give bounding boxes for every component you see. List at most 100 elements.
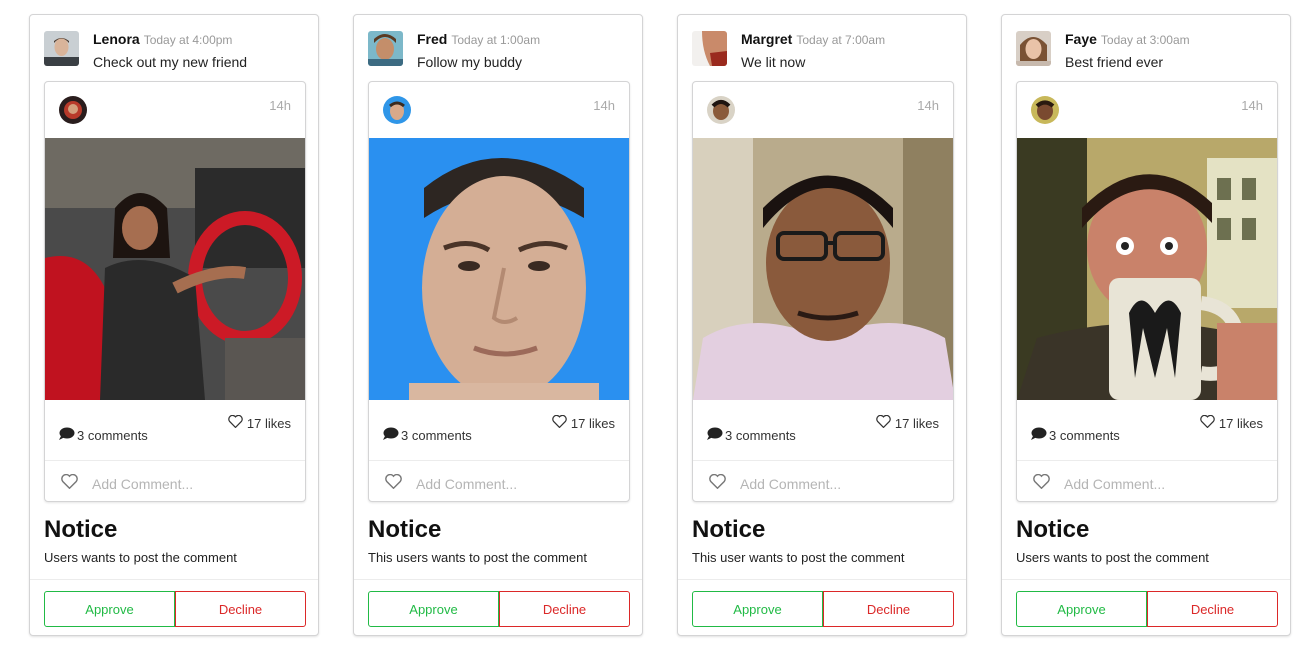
likes-label: 17 likes: [894, 415, 939, 431]
likes-count[interactable]: 17 likes: [552, 414, 615, 431]
feed-event: Faye Today at 3:00am Best friend ever: [1016, 31, 1280, 71]
decline-button[interactable]: Decline: [1147, 591, 1278, 627]
feed-message: We lit now: [741, 54, 806, 70]
post-image: [369, 138, 629, 400]
feed-date: Today at 1:00am: [451, 33, 541, 47]
add-comment-input[interactable]: [1064, 476, 1264, 492]
likes-count[interactable]: 17 likes: [876, 414, 939, 431]
heart-outline-icon[interactable]: [709, 473, 726, 494]
heart-outline-icon: [876, 414, 895, 431]
comment-icon: [383, 427, 401, 443]
comments-label: 3 comments: [401, 427, 472, 443]
moderation-card: Faye Today at 3:00am Best friend ever 14h: [1001, 14, 1291, 636]
feed-event: Fred Today at 1:00am Follow my buddy: [368, 31, 632, 71]
user-avatar[interactable]: [44, 31, 79, 66]
comments-count[interactable]: 3 comments: [1031, 427, 1120, 443]
comment-icon: [1031, 427, 1049, 443]
add-comment-input[interactable]: [740, 476, 940, 492]
heart-outline-icon: [1200, 414, 1219, 431]
decline-button[interactable]: Decline: [175, 591, 306, 627]
action-buttons: Approve Decline: [368, 591, 630, 627]
feed-user-name[interactable]: Fred: [417, 31, 447, 47]
approve-button[interactable]: Approve: [1016, 591, 1147, 627]
likes-label: 17 likes: [1218, 415, 1263, 431]
divider: [30, 579, 318, 580]
notice-text: This users wants to post the comment: [368, 550, 587, 565]
notice-title: Notice: [44, 516, 118, 543]
divider: [1002, 579, 1290, 580]
heart-outline-icon[interactable]: [1033, 473, 1050, 494]
comment-icon: [59, 427, 77, 443]
feed-date: Today at 3:00am: [1100, 33, 1190, 47]
post-card: 14h 3 comments 17 likes Add Comment...: [44, 81, 306, 502]
feed-user-name[interactable]: Margret: [741, 31, 792, 47]
divider: [693, 460, 953, 461]
action-buttons: Approve Decline: [1016, 591, 1278, 627]
post-time: 14h: [1241, 98, 1263, 113]
action-buttons: Approve Decline: [692, 591, 954, 627]
likes-count[interactable]: 17 likes: [228, 414, 291, 431]
add-comment-input[interactable]: [416, 476, 616, 492]
add-comment-row: [1033, 473, 1264, 494]
likes-label: 17 likes: [246, 415, 291, 431]
divider: [354, 579, 642, 580]
post-card: 14h 3 comments 17 likes Add Comment...: [368, 81, 630, 502]
comments-label: 3 comments: [77, 427, 148, 443]
notice-text: This user wants to post the comment: [692, 550, 905, 565]
comment-icon: [707, 427, 725, 443]
post-image: [1017, 138, 1277, 400]
approve-button[interactable]: Approve: [368, 591, 499, 627]
decline-button[interactable]: Decline: [823, 591, 954, 627]
divider: [678, 579, 966, 580]
user-avatar[interactable]: [692, 31, 727, 66]
comments-count[interactable]: 3 comments: [59, 427, 148, 443]
feed-message: Best friend ever: [1065, 54, 1164, 70]
divider: [45, 460, 305, 461]
feed-event: Lenora Today at 4:00pm Check out my new f…: [44, 31, 308, 71]
feed-user-name[interactable]: Lenora: [93, 31, 140, 47]
decline-button[interactable]: Decline: [499, 591, 630, 627]
notice-title: Notice: [692, 516, 766, 543]
user-avatar[interactable]: [368, 31, 403, 66]
moderation-card: Lenora Today at 4:00pm Check out my new f…: [29, 14, 319, 636]
post-author-avatar[interactable]: [383, 96, 411, 124]
comments-count[interactable]: 3 comments: [383, 427, 472, 443]
user-avatar[interactable]: [1016, 31, 1051, 66]
feed-message: Check out my new friend: [93, 54, 248, 70]
heart-outline-icon[interactable]: [385, 473, 402, 494]
notice-title: Notice: [1016, 516, 1090, 543]
post-time: 14h: [917, 98, 939, 113]
approve-button[interactable]: Approve: [44, 591, 175, 627]
comments-label: 3 comments: [1049, 427, 1120, 443]
feed-date: Today at 7:00am: [796, 33, 886, 47]
post-author-avatar[interactable]: [707, 96, 735, 124]
divider: [369, 460, 629, 461]
likes-label: 17 likes: [570, 415, 615, 431]
add-comment-row: [61, 473, 292, 494]
comments-count[interactable]: 3 comments: [707, 427, 796, 443]
add-comment-row: [709, 473, 940, 494]
feed-meta: Faye Today at 3:00am Best friend ever: [1065, 31, 1190, 70]
post-image: [693, 138, 953, 400]
action-buttons: Approve Decline: [44, 591, 306, 627]
post-image: [45, 138, 305, 400]
heart-outline-icon[interactable]: [61, 473, 78, 494]
approve-button[interactable]: Approve: [692, 591, 823, 627]
feed-date: Today at 4:00pm: [143, 33, 233, 47]
feed-user-name[interactable]: Faye: [1065, 31, 1097, 47]
post-author-avatar[interactable]: [59, 96, 87, 124]
moderation-card-list: Lenora Today at 4:00pm Check out my new f…: [0, 0, 1304, 669]
notice-text: Users wants to post the comment: [44, 550, 237, 565]
comments-label: 3 comments: [725, 427, 796, 443]
feed-meta: Lenora Today at 4:00pm Check out my new f…: [93, 31, 247, 70]
heart-outline-icon: [552, 414, 571, 431]
notice-text: Users wants to post the comment: [1016, 550, 1209, 565]
add-comment-input[interactable]: [92, 476, 292, 492]
post-author-avatar[interactable]: [1031, 96, 1059, 124]
post-card: 14h 3 comments 17 likes Add Comment...: [692, 81, 954, 502]
moderation-card: Fred Today at 1:00am Follow my buddy 14h: [353, 14, 643, 636]
feed-message: Follow my buddy: [417, 54, 523, 70]
likes-count[interactable]: 17 likes: [1200, 414, 1263, 431]
moderation-card: Margret Today at 7:00am We lit now 14h 3…: [677, 14, 967, 636]
heart-outline-icon: [228, 414, 247, 431]
